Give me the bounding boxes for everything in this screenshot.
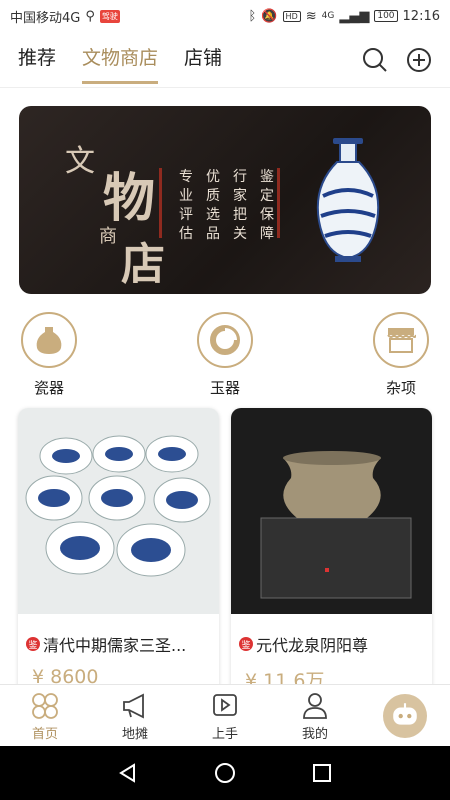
- category-jade[interactable]: 玉器: [185, 312, 265, 398]
- category-label: 玉器: [209, 379, 240, 397]
- nav-hands-on[interactable]: 上手: [180, 685, 270, 746]
- category-misc[interactable]: 杂项: [361, 312, 441, 398]
- add-icon[interactable]: [406, 47, 432, 73]
- top-nav: 推荐 文物商店 店铺: [0, 32, 450, 88]
- play-icon: [213, 694, 237, 716]
- jade-icon: [197, 312, 253, 368]
- clock: 12:16: [402, 8, 440, 24]
- slogan-char: 把: [233, 207, 247, 223]
- megaphone-icon: [123, 693, 144, 719]
- bluetooth-icon: ᛒ: [248, 8, 257, 24]
- back-icon[interactable]: [117, 762, 139, 784]
- slogan-char: 估: [179, 226, 193, 242]
- category-label: 瓷器: [33, 379, 64, 397]
- system-nav-bar: [0, 746, 450, 800]
- category-label: 杂项: [385, 379, 416, 397]
- hd-badge: HD: [282, 10, 301, 22]
- slogan-char: 评: [179, 207, 193, 223]
- product-image-censer: [231, 408, 432, 614]
- shop-icon: [373, 312, 429, 368]
- product-image-plates: [18, 408, 219, 614]
- network-label: 4G: [321, 11, 335, 21]
- wifi-icon: ≋: [305, 8, 317, 24]
- tab-relic-store[interactable]: 文物商店: [82, 43, 159, 84]
- slogan-char: 业: [179, 188, 193, 204]
- product-card[interactable]: 鉴 清代中期儒家三圣... ¥ 8600: [18, 408, 219, 698]
- product-title: 鉴 元代龙泉阴阳尊: [231, 618, 432, 656]
- robot-icon: [383, 694, 427, 738]
- battery-level: 100: [374, 10, 398, 22]
- slogan-char: 专: [179, 169, 193, 185]
- slogan-char: 鉴: [260, 169, 274, 185]
- user-icon: [303, 693, 327, 719]
- slogan-char: 质: [206, 188, 220, 204]
- product-card[interactable]: 鉴 元代龙泉阴阳尊 ¥ 11.6万: [231, 408, 432, 698]
- brush-char-3: 商: [99, 226, 117, 247]
- nav-label: 我的: [301, 727, 328, 742]
- tab-recommend[interactable]: 推荐: [18, 43, 56, 76]
- porcelain-icon: [21, 312, 77, 368]
- appraisal-badge: 鉴: [239, 637, 253, 651]
- banner-divider: [159, 168, 162, 238]
- bottom-nav: 首页 地摊 上手 我的: [0, 684, 450, 746]
- category-porcelain[interactable]: 瓷器: [9, 312, 89, 398]
- product-title-text: 清代中期儒家三圣...: [43, 636, 187, 655]
- nav-stall[interactable]: 地摊: [90, 685, 180, 746]
- vase-image: [316, 138, 380, 262]
- product-title: 鉴 清代中期儒家三圣...: [18, 618, 219, 656]
- slogan-char: 行: [233, 169, 247, 185]
- category-row: 瓷器 玉器 杂项: [0, 312, 450, 398]
- usb-icon: ⚲: [85, 8, 95, 24]
- carrier-label: 中国移动4G: [10, 10, 81, 26]
- nav-label: 地摊: [121, 727, 148, 742]
- nav-assistant[interactable]: [360, 685, 450, 746]
- nav-label: 上手: [211, 727, 238, 742]
- brush-char-1: 文: [65, 144, 95, 179]
- app-badge: 驾驶: [99, 9, 120, 23]
- slogan-char: 关: [233, 226, 247, 242]
- product-grid: 鉴 清代中期儒家三圣... ¥ 8600 鉴 元代龙泉阴阳尊 ¥ 11.6万: [18, 408, 432, 698]
- promo-banner[interactable]: 文 物 商 店 专 优 行 鉴 业 质 家 定 评 选 把 保 估 品 关 障: [19, 106, 431, 294]
- banner-slogans: 专 优 行 鉴 业 质 家 定 评 选 把 保 估 品 关 障: [179, 166, 276, 242]
- appraisal-badge: 鉴: [26, 637, 40, 651]
- slogan-char: 定: [260, 188, 274, 204]
- tab-shops[interactable]: 店铺: [184, 43, 222, 76]
- signal-icon: ▂▄▆: [339, 8, 370, 24]
- slogan-char: 选: [206, 207, 220, 223]
- nav-profile[interactable]: 我的: [270, 685, 360, 746]
- slogan-char: 品: [206, 226, 220, 242]
- mute-icon: 🔕: [261, 8, 278, 24]
- banner-divider: [277, 168, 280, 238]
- slogan-char: 保: [260, 207, 274, 223]
- status-bar: 中国移动4G ⚲ 驾驶 ᛒ 🔕 HD ≋ 4G ▂▄▆ 100 12:16: [0, 0, 450, 32]
- home-circle-icon[interactable]: [214, 762, 236, 784]
- home-icon: [32, 693, 58, 719]
- slogan-char: 家: [233, 188, 247, 204]
- slogan-char: 障: [260, 226, 274, 242]
- slogan-char: 优: [206, 169, 220, 185]
- product-title-text: 元代龙泉阴阳尊: [256, 636, 369, 655]
- search-icon[interactable]: [362, 47, 388, 73]
- recents-icon[interactable]: [311, 762, 333, 784]
- brush-char-2: 物: [103, 168, 156, 229]
- nav-home[interactable]: 首页: [0, 685, 90, 746]
- nav-label: 首页: [31, 727, 58, 742]
